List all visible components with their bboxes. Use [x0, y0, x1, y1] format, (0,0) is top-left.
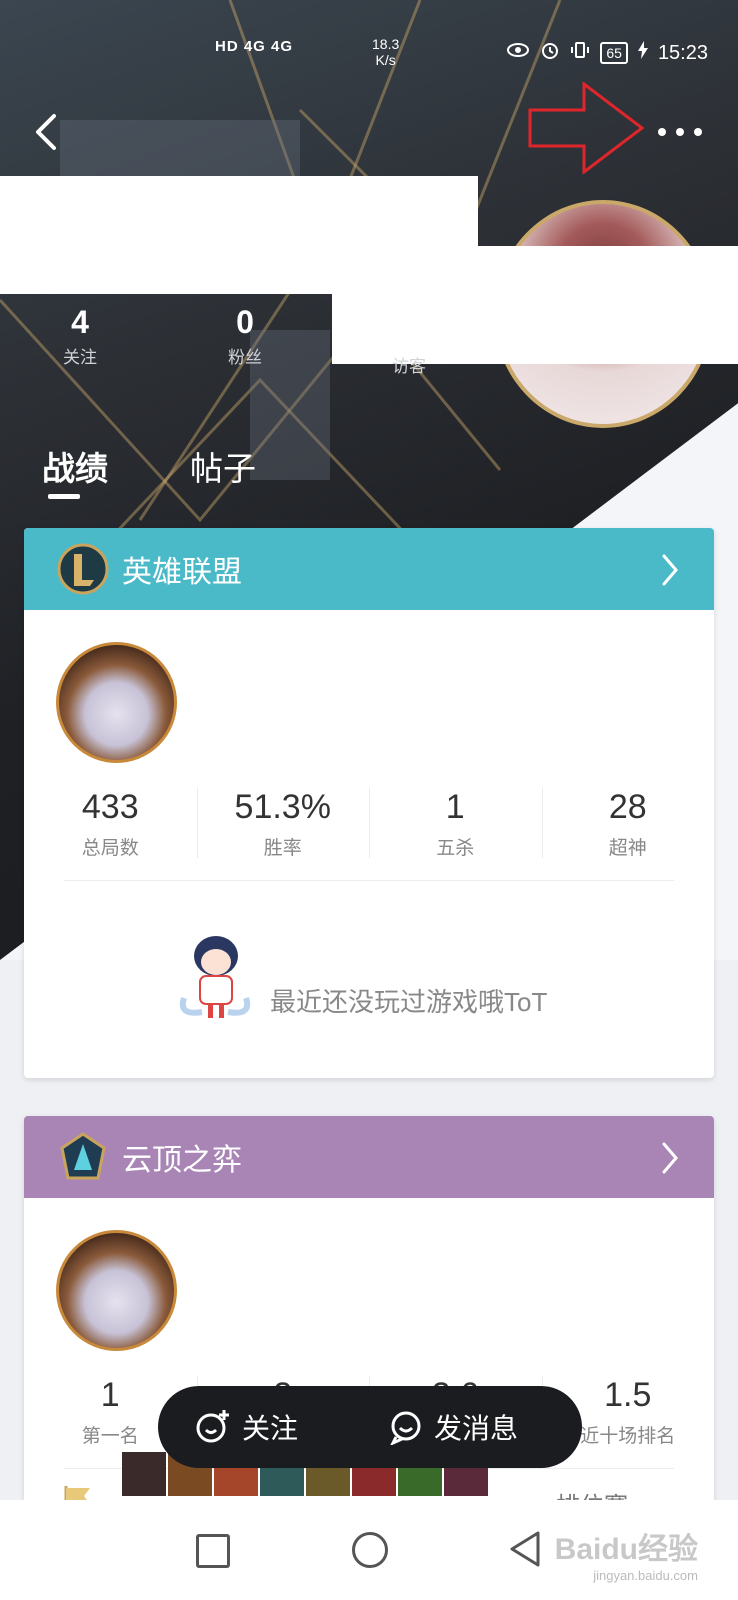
player-avatar[interactable]	[56, 642, 177, 763]
charging-icon	[637, 41, 648, 65]
status-right: 65 15:23	[506, 40, 708, 66]
alarm-icon	[540, 40, 560, 66]
dot-icon	[676, 128, 684, 136]
recent-apps-button[interactable]	[196, 1534, 230, 1568]
stat-followers[interactable]: 0 粉丝	[205, 304, 285, 368]
chevron-right-icon	[660, 554, 680, 594]
back-button[interactable]	[28, 112, 68, 152]
chevron-left-icon	[36, 114, 56, 150]
redaction-box	[332, 246, 738, 364]
tft-logo-icon	[60, 1132, 106, 1180]
stat-following[interactable]: 4 关注	[40, 304, 120, 368]
floating-action-bar: 关注 发消息	[158, 1386, 582, 1468]
clock-time: 15:23	[657, 41, 708, 64]
lol-card-header[interactable]: 英雄联盟	[24, 528, 714, 610]
empty-games-message: 最近还没玩过游戏哦ToT	[270, 987, 548, 1017]
eye-icon	[506, 41, 530, 65]
tft-card-header[interactable]: 云顶之弈	[24, 1116, 714, 1198]
stat-penta-kills: 1 五杀	[369, 788, 542, 860]
champion-icon[interactable]	[122, 1452, 166, 1496]
tab-posts[interactable]: 帖子	[190, 442, 256, 490]
network-speed: 18.3 K/s	[372, 36, 400, 68]
ahri-mascot-icon	[179, 936, 251, 1018]
vibrate-icon	[570, 40, 590, 66]
follow-button[interactable]: 关注	[194, 1407, 298, 1447]
stat-total-games: 433 总局数	[81, 788, 139, 859]
dot-icon	[658, 128, 666, 136]
back-nav-button[interactable]	[508, 1530, 542, 1568]
tft-card-title: 云顶之弈	[122, 1144, 242, 1177]
divider	[64, 880, 674, 881]
tab-active-indicator	[48, 494, 80, 499]
network-indicators: HD 4G 4G	[215, 38, 294, 55]
watermark-logo: Baidu经验 jingyan.baidu.com	[554, 1533, 698, 1583]
chevron-right-icon	[660, 1142, 680, 1182]
dot-icon	[694, 128, 702, 136]
red-arrow-annotation-icon	[528, 82, 645, 174]
league-logo-icon	[57, 543, 109, 595]
lol-stats-row: 433 总局数 51.3% 胜率 1 五杀 28 超神	[24, 788, 714, 860]
send-message-button[interactable]: 发消息	[388, 1407, 518, 1447]
lol-card-title: 英雄联盟	[122, 556, 242, 589]
stat-visitors-label[interactable]: 访客	[392, 352, 426, 377]
battery-level: 65	[600, 42, 628, 64]
add-follow-icon	[196, 1410, 229, 1443]
lol-stats-card: 英雄联盟 433 总局数 51.3% 胜率 1 五杀 28 超神 最近还没玩过游戏哦To…	[24, 528, 714, 1078]
home-button[interactable]	[352, 1532, 388, 1568]
stat-win-rate: 51.3% 胜率	[196, 788, 370, 860]
player-avatar[interactable]	[56, 1230, 177, 1351]
stat-legendary: 28 超神	[541, 788, 715, 860]
more-options-button[interactable]	[658, 120, 714, 144]
tab-records[interactable]: 战绩	[42, 442, 108, 499]
chat-icon	[390, 1411, 421, 1445]
